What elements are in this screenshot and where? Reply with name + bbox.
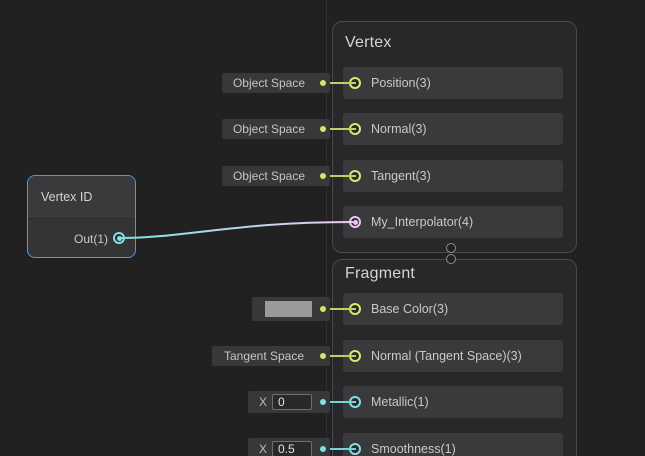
- edge-vertexid-to-interpolator[interactable]: [119, 222, 353, 238]
- shader-graph-canvas[interactable]: Vertex Fragment Position(3) Normal(3) Ta…: [0, 0, 645, 456]
- edge-layer: [0, 0, 645, 456]
